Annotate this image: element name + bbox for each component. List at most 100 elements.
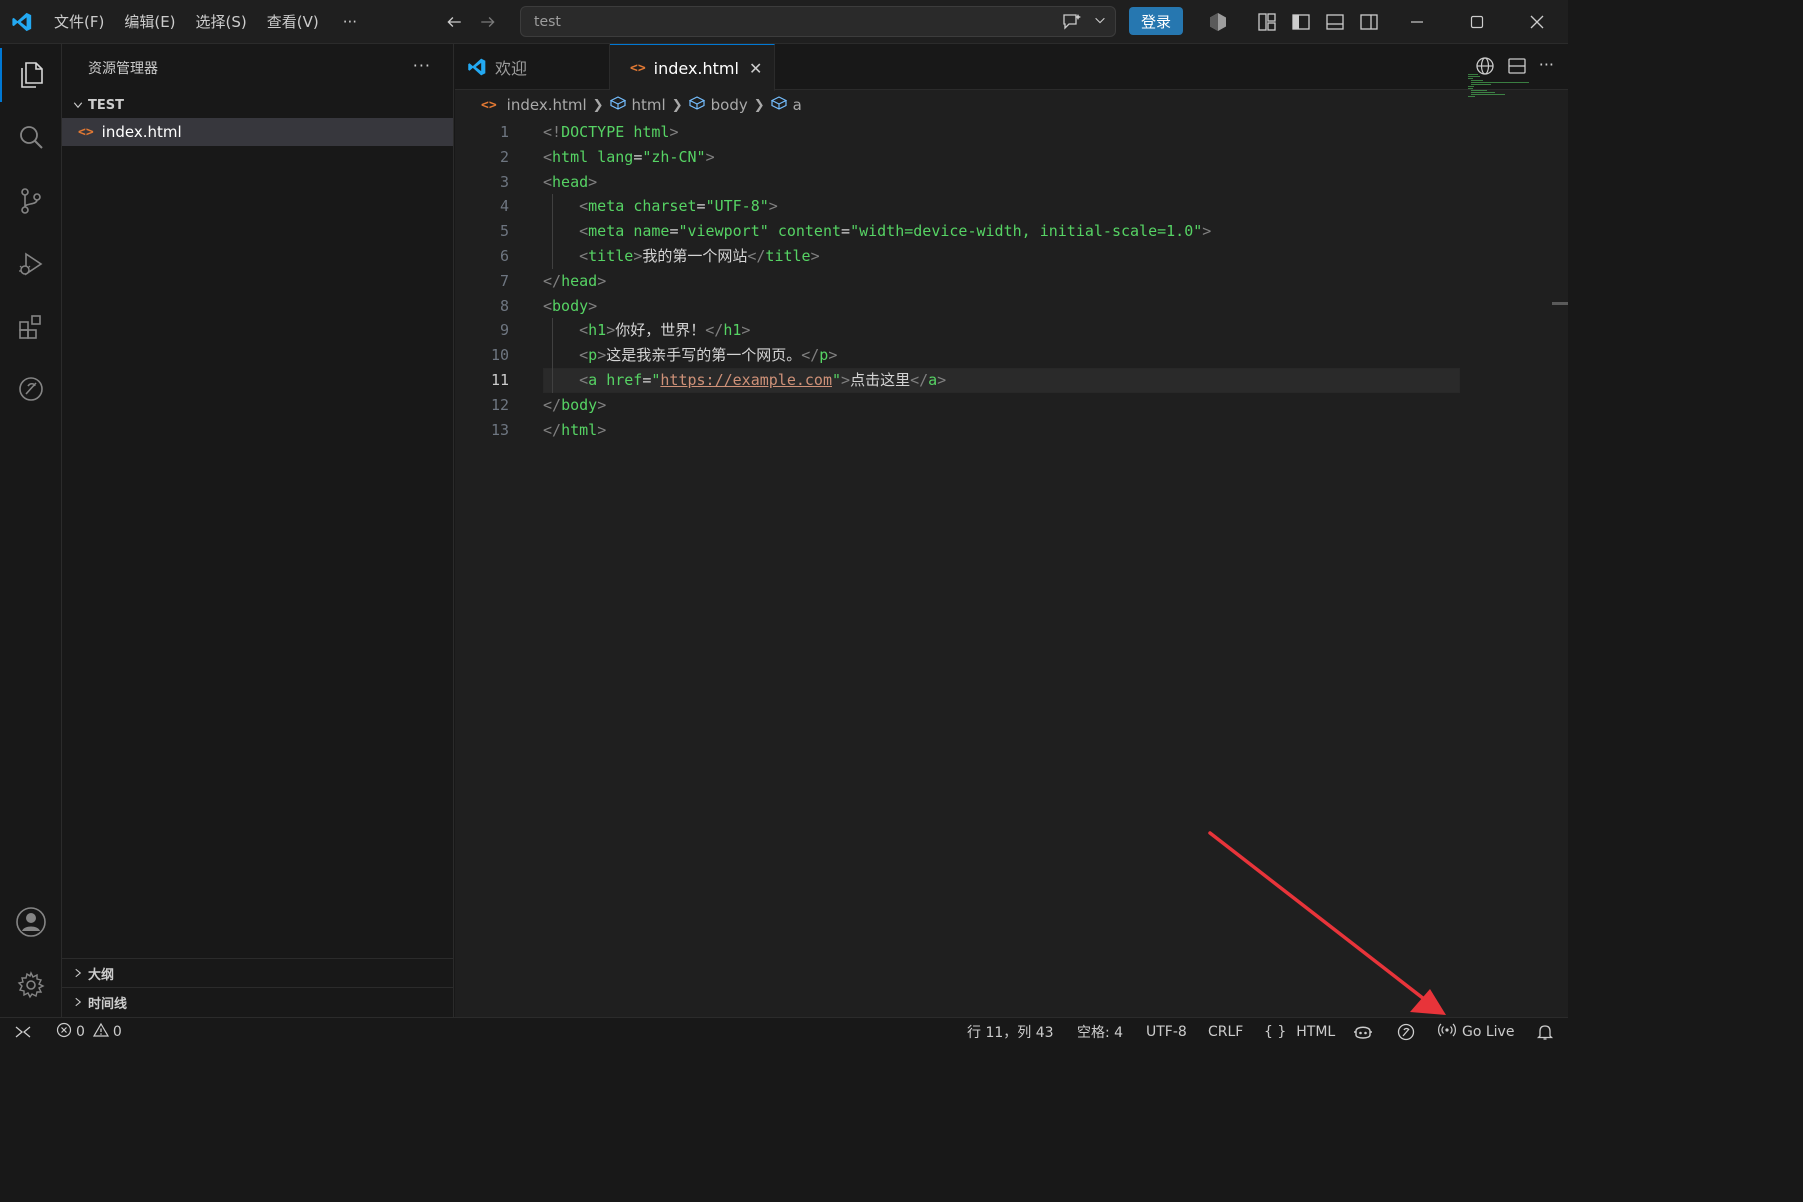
outline-section[interactable]: 大纲: [62, 958, 454, 987]
encoding[interactable]: UTF-8: [1146, 1018, 1187, 1045]
code-line[interactable]: 8 <body>: [455, 294, 1568, 319]
code-token[interactable]: https://example.com: [660, 371, 832, 389]
explorer-sidebar: 资源管理器 ··· TEST <> index.html 大纲 时间线: [62, 44, 454, 1017]
code-line[interactable]: 12 </body>: [455, 393, 1568, 418]
explorer-icon[interactable]: [0, 48, 62, 102]
copilot-status-icon[interactable]: [1352, 1018, 1374, 1045]
chevron-down-icon[interactable]: [1093, 13, 1107, 31]
minimize-icon[interactable]: [1388, 0, 1446, 44]
toggle-secondary-sidebar-icon[interactable]: [1358, 11, 1380, 33]
tab-welcome[interactable]: 欢迎: [455, 44, 610, 90]
code-line[interactable]: 7 </head>: [455, 269, 1568, 294]
indent-guide: [552, 318, 553, 393]
code-editor[interactable]: 1 <!DOCTYPE html> 2 <html lang="zh-CN"> 3 <he…: [455, 120, 1568, 442]
code-line[interactable]: 2 <html lang="zh-CN">: [455, 145, 1568, 170]
code-token: p: [588, 346, 598, 365]
code-text: <a href="https://example.com">点击这里</a>: [543, 368, 946, 393]
go-live-button[interactable]: Go Live: [1437, 1018, 1514, 1045]
extensions-icon[interactable]: [0, 300, 62, 354]
close-window-icon[interactable]: [1508, 0, 1566, 44]
chat-icon[interactable]: [1061, 12, 1083, 36]
remote-indicator-icon[interactable]: [14, 1018, 32, 1045]
customize-layout-icon[interactable]: [1256, 11, 1278, 33]
code-token: 我的第一个网站: [642, 246, 748, 265]
more-actions-icon[interactable]: ···: [1539, 56, 1554, 80]
menu-file[interactable]: 文件(F): [44, 0, 114, 44]
close-icon[interactable]: ✕: [749, 59, 762, 78]
breadcrumb-body[interactable]: body: [711, 96, 748, 114]
chevron-right-icon: ❯: [753, 97, 765, 113]
sidebar-more-button[interactable]: ···: [413, 56, 431, 75]
code-line[interactable]: 11 <a href="https://example.com">点击这里</a…: [455, 368, 1568, 393]
code-token: >: [741, 321, 751, 340]
code-token: >: [588, 172, 598, 191]
breadcrumb-html[interactable]: html: [632, 96, 666, 114]
folder-test[interactable]: TEST: [62, 92, 453, 118]
copilot-icon[interactable]: [1207, 11, 1229, 33]
code-token: </: [543, 271, 562, 290]
live-share-chat-icon[interactable]: [0, 362, 62, 416]
code-token: >: [828, 346, 838, 365]
code-token: head: [561, 271, 598, 290]
forward-arrow-icon[interactable]: [475, 9, 501, 35]
language-mode[interactable]: { } HTML: [1264, 1018, 1335, 1045]
code-text: <h1>你好，世界！</h1>: [543, 318, 750, 343]
problems-indicator[interactable]: 0 0: [56, 1018, 122, 1045]
menu-edit[interactable]: 编辑(E): [114, 0, 185, 44]
code-line[interactable]: 1 <!DOCTYPE html>: [455, 120, 1568, 145]
menu-view[interactable]: 查看(V): [257, 0, 329, 44]
code-line[interactable]: 5 <meta name="viewport" content="width=d…: [455, 219, 1568, 244]
menu-selection[interactable]: 选择(S): [186, 0, 257, 44]
code-token: <: [579, 346, 589, 365]
toggle-primary-sidebar-icon[interactable]: [1290, 11, 1312, 33]
login-button[interactable]: 登录: [1129, 7, 1183, 35]
code-token: </: [801, 346, 820, 365]
breadcrumb-a[interactable]: a: [793, 96, 802, 114]
search-icon[interactable]: [0, 110, 62, 164]
line-ending[interactable]: CRLF: [1208, 1018, 1243, 1045]
code-text: <head>: [543, 170, 597, 195]
code-token: html: [633, 123, 670, 141]
maximize-icon[interactable]: [1448, 0, 1506, 44]
code-token: "zh-CN": [642, 147, 706, 166]
minimap[interactable]: [1468, 74, 1532, 98]
settings-gear-icon[interactable]: [0, 958, 62, 1012]
cursor-position[interactable]: 行 11，列 43: [967, 1018, 1054, 1045]
back-arrow-icon[interactable]: [441, 9, 467, 35]
code-token: <: [579, 321, 589, 340]
code-text: <meta charset="UTF-8">: [543, 194, 778, 219]
live-share-status-icon[interactable]: [1396, 1018, 1416, 1045]
line-number: 2: [499, 147, 509, 166]
code-token: >: [810, 246, 820, 265]
code-token: href: [606, 370, 643, 389]
run-and-debug-icon[interactable]: [0, 237, 62, 291]
source-control-icon[interactable]: [0, 174, 62, 228]
code-line[interactable]: 13 </html>: [455, 418, 1568, 443]
warning-icon: [92, 1022, 109, 1042]
line-number: 8: [499, 296, 509, 315]
tab-index-html[interactable]: <> index.html ✕: [610, 44, 776, 91]
code-line[interactable]: 6 <title>我的第一个网站</title>: [455, 244, 1568, 269]
file-label: index.html: [101, 123, 182, 141]
notifications-bell-icon[interactable]: [1536, 1018, 1554, 1045]
toggle-panel-icon[interactable]: [1324, 11, 1346, 33]
code-line[interactable]: 10 <p>这是我亲手写的第一个网页。</p>: [455, 343, 1568, 368]
code-text: </head>: [543, 269, 606, 294]
language-label: HTML: [1296, 1023, 1336, 1040]
accounts-icon[interactable]: [0, 895, 62, 949]
code-line[interactable]: 9 <h1>你好，世界！</h1>: [455, 318, 1568, 343]
code-token: body: [552, 296, 589, 315]
file-item-index-html[interactable]: <> index.html: [62, 118, 453, 146]
code-line[interactable]: 3 <head>: [455, 170, 1568, 195]
line-number: 12: [490, 395, 509, 414]
timeline-section[interactable]: 时间线: [62, 987, 454, 1016]
breadcrumb-file[interactable]: index.html: [507, 96, 587, 114]
scrollbar-marker[interactable]: [1552, 302, 1568, 305]
indentation[interactable]: 空格: 4: [1077, 1018, 1123, 1045]
menu-more-button[interactable]: ···: [329, 0, 371, 44]
command-center-search[interactable]: test: [520, 6, 1116, 37]
code-line[interactable]: 4 <meta charset="UTF-8">: [455, 194, 1568, 219]
code-token: content: [777, 222, 842, 241]
